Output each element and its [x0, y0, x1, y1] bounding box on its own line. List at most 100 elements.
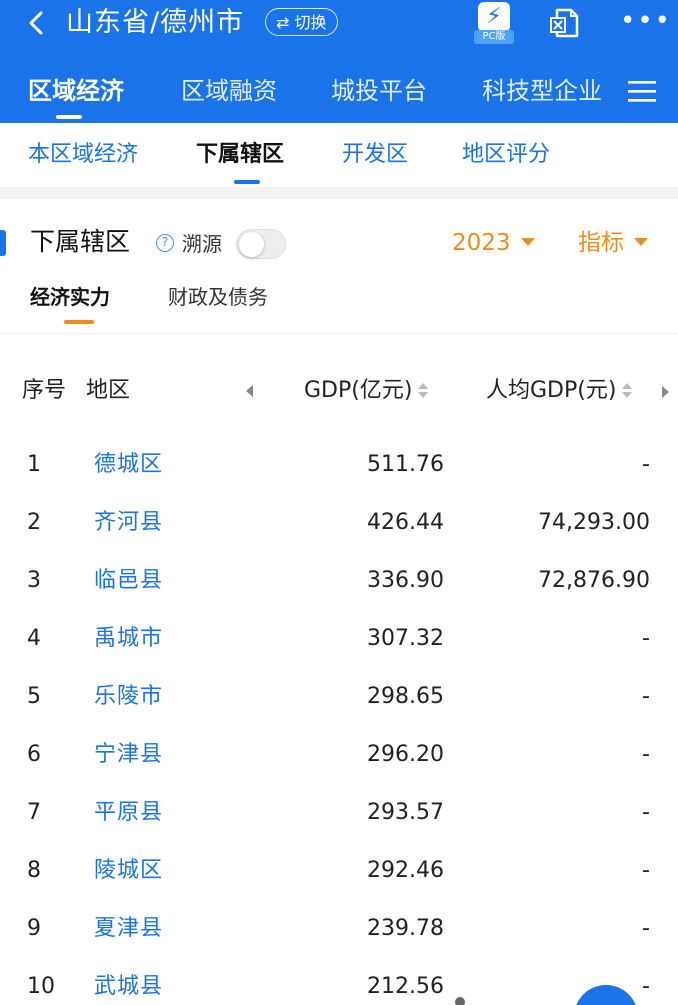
table-row: 3 临邑县 336.90 72,876.90 [0, 551, 678, 609]
section-marker [0, 230, 6, 256]
chevron-down-icon [520, 237, 535, 246]
per-capita-gdp-value: - [642, 858, 650, 883]
gdp-value: 307.32 [367, 626, 444, 651]
gdp-value: 292.46 [367, 858, 444, 883]
gdp-value: 336.90 [367, 568, 444, 593]
row-index: 8 [27, 858, 41, 883]
per-capita-gdp-value: 74,293.00 [538, 510, 650, 535]
app-header: 山东省/德州市 ⇄ 切换 ⚡ PC版 ••• 区域经济 区域融资 城投平台 科技… [0, 0, 678, 123]
row-index: 2 [27, 510, 41, 535]
header-per-capita-gdp[interactable]: 人均GDP(元) [486, 374, 633, 408]
region-link[interactable]: 齐河县 [94, 507, 163, 539]
table-row: 2 齐河县 426.44 74,293.00 [0, 493, 678, 551]
sort-icon [622, 383, 633, 399]
more-menu-button[interactable]: ••• [620, 6, 672, 36]
per-capita-gdp-value: - [642, 452, 650, 477]
table-header: 序号 地区 GDP(亿元) 人均GDP(元) [0, 358, 678, 422]
tab-tech-enterprise[interactable]: 科技型企业 [482, 74, 602, 108]
table-row: 9 夏津县 239.78 - [0, 899, 678, 957]
gdp-value: 511.76 [367, 452, 444, 477]
region-link[interactable]: 德城区 [94, 449, 163, 481]
per-capita-gdp-value: - [642, 684, 650, 709]
active-tab-indicator [56, 115, 82, 119]
gdp-value: 298.65 [367, 684, 444, 709]
per-capita-gdp-value: - [642, 742, 650, 767]
export-excel-icon[interactable] [549, 8, 581, 38]
main-tab-bar: 区域经济 区域融资 城投平台 科技型企业 [0, 64, 678, 123]
region-link[interactable]: 临邑县 [94, 565, 163, 597]
section-title: 下属辖区 [30, 227, 131, 256]
tab-region-rating[interactable]: 地区评分 [462, 139, 550, 171]
scroll-left-icon[interactable] [246, 385, 253, 397]
help-icon[interactable]: ? [156, 234, 174, 252]
trace-toggle[interactable] [236, 229, 286, 259]
row-index: 1 [27, 452, 41, 477]
row-index: 9 [27, 916, 41, 941]
year-selector[interactable]: 2023 [452, 226, 535, 260]
region-link[interactable]: 武城县 [94, 971, 163, 1003]
region-link[interactable]: 平原县 [94, 797, 163, 829]
section-divider [0, 187, 678, 199]
gdp-value: 239.78 [367, 916, 444, 941]
pc-label: PC版 [474, 30, 514, 44]
metric-selector[interactable]: 指标 [578, 226, 648, 260]
region-link[interactable]: 乐陵市 [94, 681, 163, 713]
header-index: 序号 [22, 378, 67, 403]
tab-subordinate-districts[interactable]: 下属辖区 [196, 139, 284, 171]
header-gdp-label: GDP(亿元) [304, 378, 413, 403]
tab-lgfv-platform[interactable]: 城投平台 [331, 74, 427, 108]
table-row: 1 德城区 511.76 - [0, 435, 678, 493]
tab-regional-economy[interactable]: 区域经济 [28, 74, 124, 108]
header-per-capita-label: 人均GDP(元) [486, 378, 617, 403]
back-arrow-icon[interactable] [22, 8, 52, 38]
category-tab-bar: 经济实力 财政及债务 [0, 276, 678, 334]
row-index: 4 [27, 626, 41, 651]
toggle-knob [239, 232, 264, 257]
year-value: 2023 [452, 230, 511, 256]
table-row: 6 宁津县 296.20 - [0, 725, 678, 783]
sort-icon [418, 383, 429, 399]
row-index: 5 [27, 684, 41, 709]
pc-version-button[interactable]: ⚡ PC版 [474, 2, 514, 44]
city-title: 山东省/德州市 [66, 7, 245, 38]
gdp-value: 293.57 [367, 800, 444, 825]
tab-economic-strength[interactable]: 经济实力 [30, 282, 110, 312]
active-category-indicator [64, 320, 94, 324]
scroll-indicator [455, 997, 465, 1005]
table-row: 7 平原县 293.57 - [0, 783, 678, 841]
row-index: 10 [27, 974, 55, 999]
tab-fiscal-debt[interactable]: 财政及债务 [168, 282, 268, 312]
row-index: 6 [27, 742, 41, 767]
per-capita-gdp-value: 72,876.90 [538, 568, 650, 593]
tab-local-economy[interactable]: 本区域经济 [28, 139, 138, 171]
table-row: 8 陵城区 292.46 - [0, 841, 678, 899]
hamburger-menu-icon[interactable] [628, 80, 656, 102]
lightning-icon: ⚡ [486, 4, 502, 29]
tab-development-zone[interactable]: 开发区 [342, 139, 408, 171]
table-row: 10 武城县 212.56 - [0, 957, 678, 1005]
trace-label: 溯源 [182, 232, 222, 256]
scroll-right-icon[interactable] [662, 386, 669, 398]
region-link[interactable]: 陵城区 [94, 855, 163, 887]
region-link[interactable]: 宁津县 [94, 739, 163, 771]
switch-region-button[interactable]: ⇄ 切换 [265, 8, 338, 36]
metric-label: 指标 [578, 230, 624, 256]
row-index: 7 [27, 800, 41, 825]
header-gdp[interactable]: GDP(亿元) [304, 374, 429, 408]
header-region: 地区 [86, 378, 131, 403]
region-link[interactable]: 夏津县 [94, 913, 163, 945]
per-capita-gdp-value: - [642, 800, 650, 825]
top-bar: 山东省/德州市 ⇄ 切换 ⚡ PC版 ••• [0, 0, 678, 48]
gdp-value: 426.44 [367, 510, 444, 535]
row-index: 3 [27, 568, 41, 593]
gdp-value: 296.20 [367, 742, 444, 767]
table-row: 5 乐陵市 298.65 - [0, 667, 678, 725]
active-subtab-indicator [234, 180, 260, 184]
gdp-value: 212.56 [367, 974, 444, 999]
sub-tab-bar: 本区域经济 下属辖区 开发区 地区评分 [0, 123, 678, 187]
per-capita-gdp-value: - [642, 916, 650, 941]
per-capita-gdp-value: - [642, 626, 650, 651]
tab-regional-financing[interactable]: 区域融资 [181, 74, 277, 108]
region-link[interactable]: 禹城市 [94, 623, 163, 655]
chevron-down-icon [634, 237, 648, 246]
